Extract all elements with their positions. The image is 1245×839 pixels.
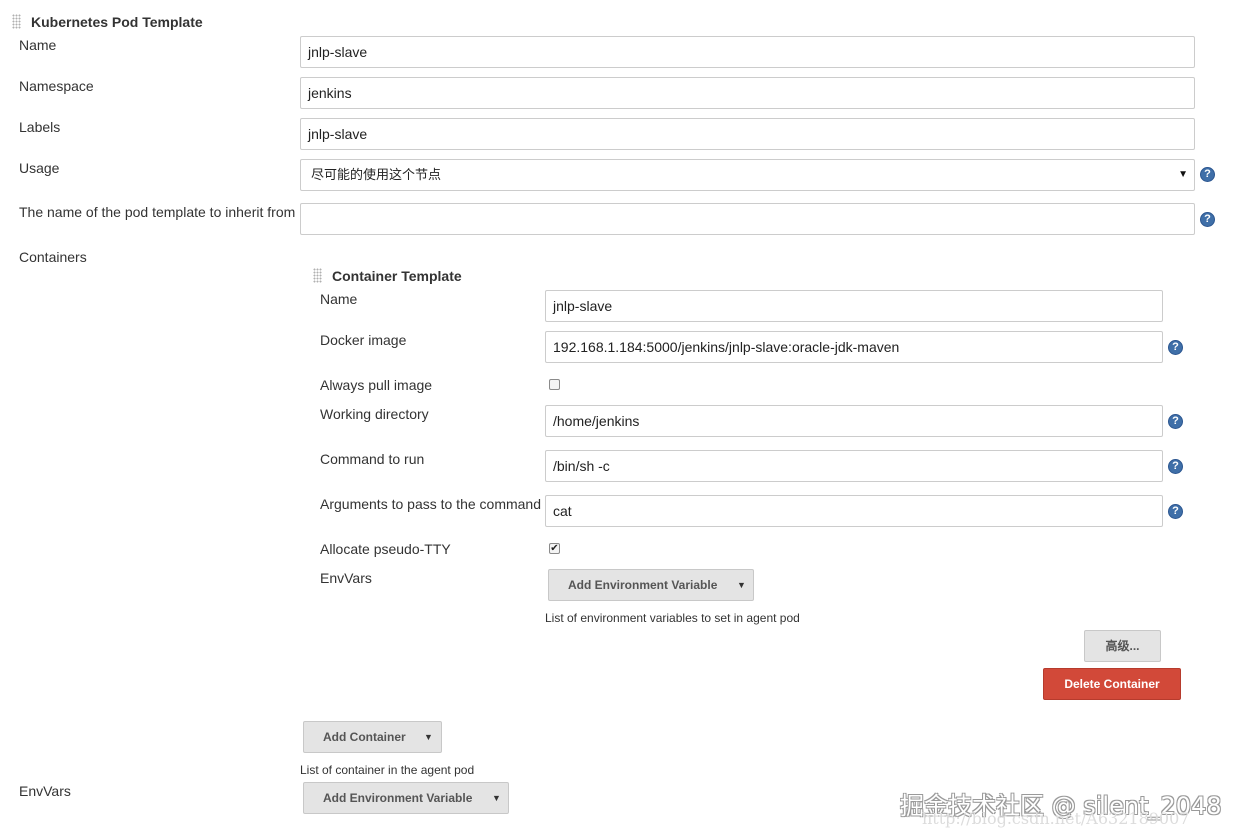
tty-checkbox[interactable]: ✔: [549, 543, 560, 554]
pod-envvars-label: EnvVars: [19, 783, 71, 799]
select-arrow-icon: ▼: [1178, 169, 1188, 180]
command-input[interactable]: /bin/sh -c: [545, 450, 1163, 482]
help-icon[interactable]: ?: [1168, 459, 1183, 474]
add-env-variable-label: Add Environment Variable: [568, 578, 718, 592]
namespace-label: Namespace: [19, 78, 94, 94]
inherit-input[interactable]: [300, 203, 1195, 235]
help-icon[interactable]: ?: [1168, 414, 1183, 429]
pod-template-title: Kubernetes Pod Template: [31, 14, 203, 30]
container-envvars-hint: List of environment variables to set in …: [545, 611, 800, 625]
container-name-label: Name: [320, 291, 358, 307]
drag-handle-icon[interactable]: [313, 268, 322, 283]
usage-label: Usage: [19, 160, 60, 176]
caret-down-icon: ▼: [424, 732, 433, 742]
namespace-input[interactable]: jenkins: [300, 77, 1195, 109]
usage-selected-value: 尽可能的使用这个节点: [311, 167, 442, 182]
labels-input[interactable]: jnlp-slave: [300, 118, 1195, 150]
labels-label: Labels: [19, 119, 61, 135]
containers-label: Containers: [19, 249, 87, 265]
docker-image-input[interactable]: 192.168.1.184:5000/jenkins/jnlp-slave:or…: [545, 331, 1163, 363]
inherit-label: The name of the pod template to inherit …: [19, 204, 296, 220]
container-name-input[interactable]: jnlp-slave: [545, 290, 1163, 322]
container-template-title: Container Template: [332, 268, 462, 284]
working-dir-input[interactable]: /home/jenkins: [545, 405, 1163, 437]
usage-select[interactable]: 尽可能的使用这个节点 ▼: [300, 159, 1195, 191]
tty-label: Allocate pseudo-TTY: [320, 541, 451, 557]
always-pull-checkbox[interactable]: [549, 379, 560, 390]
drag-handle-icon[interactable]: [12, 14, 21, 29]
containers-hint: List of container in the agent pod: [300, 763, 475, 777]
add-env-variable-button[interactable]: Add Environment Variable ▼: [548, 569, 754, 601]
checkmark-icon: ✔: [550, 543, 559, 554]
add-container-button[interactable]: Add Container ▼: [303, 721, 442, 753]
add-env-variable-button[interactable]: Add Environment Variable ▼: [303, 782, 509, 814]
delete-container-button[interactable]: Delete Container: [1043, 668, 1181, 700]
add-container-label: Add Container: [323, 730, 406, 744]
caret-down-icon: ▼: [492, 793, 501, 803]
help-icon[interactable]: ?: [1200, 167, 1215, 182]
advanced-label: 高级...: [1105, 639, 1140, 653]
help-icon[interactable]: ?: [1168, 340, 1183, 355]
help-icon[interactable]: ?: [1168, 504, 1183, 519]
args-label: Arguments to pass to the command: [320, 496, 541, 512]
working-dir-label: Working directory: [320, 406, 429, 422]
docker-image-label: Docker image: [320, 332, 407, 348]
pod-name-label: Name: [19, 37, 57, 53]
command-label: Command to run: [320, 451, 425, 467]
pod-name-input[interactable]: jnlp-slave: [300, 36, 1195, 68]
always-pull-label: Always pull image: [320, 377, 433, 393]
args-input[interactable]: cat: [545, 495, 1163, 527]
advanced-button[interactable]: 高级...: [1084, 630, 1161, 662]
container-envvars-label: EnvVars: [320, 570, 372, 586]
add-env-variable-label: Add Environment Variable: [323, 791, 473, 805]
help-icon[interactable]: ?: [1200, 212, 1215, 227]
caret-down-icon: ▼: [737, 580, 746, 590]
watermark-url: http://blog.csdn.net/A632189007: [922, 809, 1190, 828]
